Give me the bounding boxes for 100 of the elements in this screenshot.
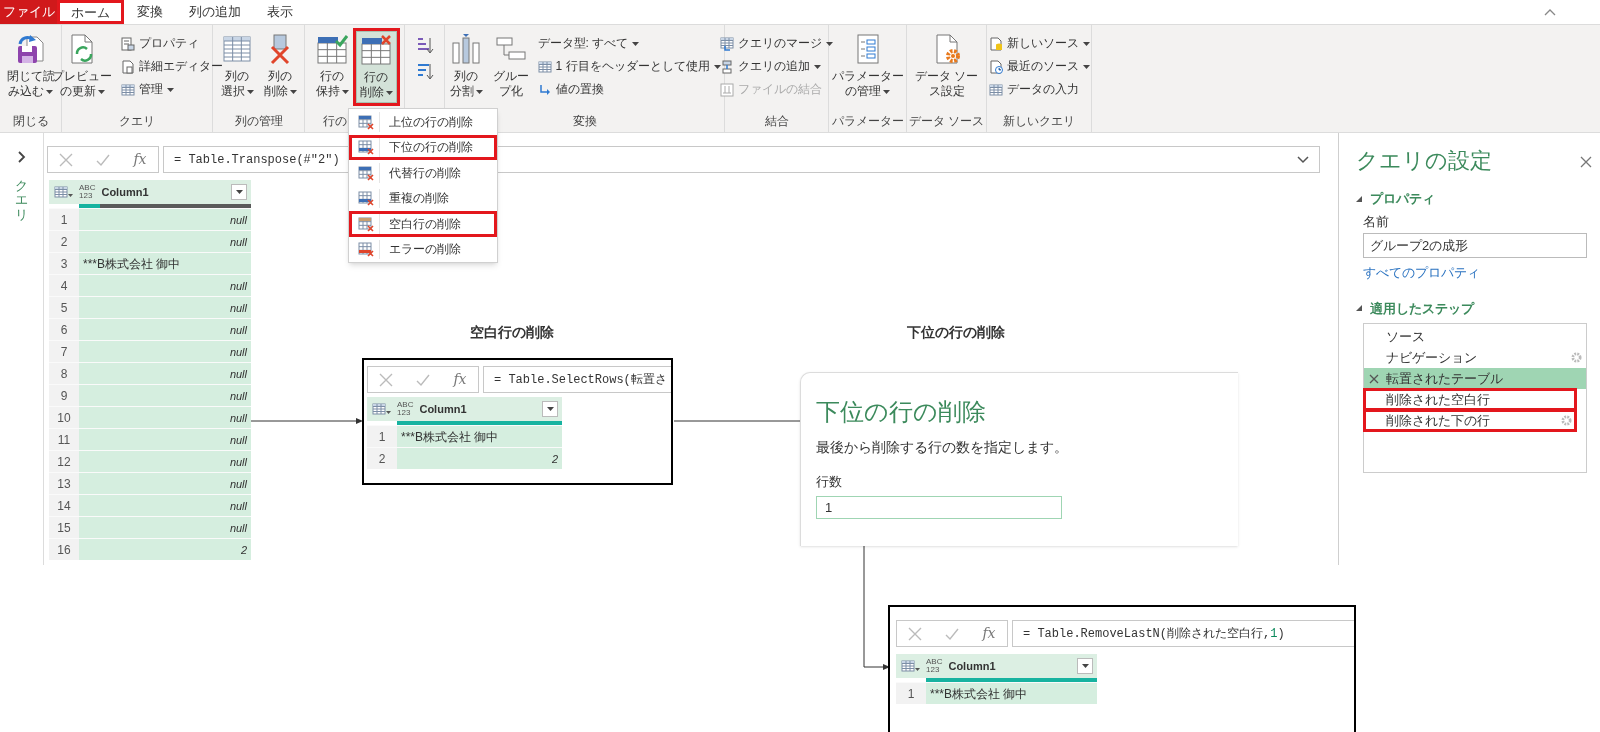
ribbon-button[interactable]: データ ソー ス設定: [911, 31, 982, 101]
table-menu-icon[interactable]: [372, 402, 392, 416]
sort-ascending-icon: [415, 36, 434, 54]
caret-icon: [246, 89, 254, 94]
table-cell: null: [79, 407, 251, 428]
table-cell: 2: [397, 448, 562, 469]
type-label[interactable]: ABC 123: [397, 401, 414, 417]
section-heading: プロパティ: [1370, 190, 1435, 208]
name-field[interactable]: グループ2の成形: [1363, 233, 1587, 258]
table-menu-icon[interactable]: [901, 659, 921, 673]
menu-item[interactable]: 下位の行の削除: [349, 134, 497, 160]
ribbon-button[interactable]: 値の置換: [535, 79, 606, 100]
split-column-icon: [450, 33, 482, 65]
group-label: 行の: [323, 114, 347, 128]
menu-item[interactable]: エラーの削除: [349, 236, 497, 262]
collapse-icon[interactable]: [1544, 8, 1556, 16]
function-button[interactable]: fx: [133, 149, 147, 170]
table-cell: null: [79, 385, 251, 406]
filter-dropdown[interactable]: [542, 401, 558, 417]
row-number: 1: [49, 209, 79, 230]
row-number: 2: [49, 231, 79, 252]
sort-descending-icon: [415, 62, 434, 80]
check-icon[interactable]: [945, 626, 960, 641]
document-icon: [121, 59, 135, 74]
caret-icon: [167, 87, 174, 92]
table-delete-icon: [357, 190, 374, 207]
applied-step[interactable]: 削除された下の行: [1364, 410, 1576, 431]
row-number: 1: [896, 683, 926, 704]
table-cell: ***B株式会社 御中: [397, 426, 562, 447]
column-header: Column1: [948, 658, 997, 674]
caret-icon: [97, 89, 105, 94]
table-cell: ***B株式会社 御中: [79, 253, 251, 274]
new-source-icon: [988, 36, 1003, 51]
expand-icon[interactable]: [17, 151, 26, 163]
function-button[interactable]: fx: [453, 369, 467, 390]
ribbon-button[interactable]: グルー プ化: [489, 31, 532, 101]
formula-field[interactable]: = Table.RemoveLastN(削除された空白行,1): [1012, 620, 1354, 647]
group-label: クエリ: [119, 114, 155, 128]
table-cell: null: [79, 517, 251, 538]
ribbon-button[interactable]: 新しいソース: [986, 33, 1092, 54]
menu-item[interactable]: 空白行の削除: [349, 211, 497, 237]
caret-icon: [713, 64, 721, 69]
type-label[interactable]: ABC 123: [79, 184, 96, 200]
recent-sources-icon: [988, 59, 1003, 74]
menu-item[interactable]: 上位の行の削除: [349, 109, 497, 135]
caret-icon: [235, 190, 243, 194]
properties-link[interactable]: すべてのプロパティ: [1363, 263, 1593, 283]
table-cell: null: [79, 275, 251, 296]
row-number: 10: [49, 407, 79, 428]
ribbon-button[interactable]: データの入力: [986, 79, 1081, 100]
row-number: 4: [49, 275, 79, 296]
group-label: 変換: [572, 114, 597, 128]
row-number: 14: [49, 495, 79, 516]
properties-icon: [121, 36, 135, 51]
chevron-down-icon[interactable]: [1297, 155, 1309, 164]
ribbon-button[interactable]: 詳細エディター: [119, 56, 225, 77]
ribbon-button[interactable]: 行の 保持: [312, 31, 352, 101]
row-number: 15: [49, 517, 79, 538]
table-delete-icon: [357, 241, 374, 258]
table-cell: null: [79, 209, 251, 230]
dialog-description: 最後から削除する行の数を指定します。: [816, 438, 1069, 457]
ribbon-button[interactable]: 行の 削除: [355, 31, 397, 103]
table-cell: null: [79, 231, 251, 252]
row-number: 16: [49, 539, 79, 560]
row-number: 8: [49, 363, 79, 384]
table-icon: [221, 33, 253, 65]
check-icon[interactable]: [96, 152, 111, 167]
filter-dropdown[interactable]: [231, 184, 247, 200]
table-icon: [121, 82, 135, 97]
applied-step[interactable]: 転置されたテーブル: [1364, 368, 1586, 389]
check-icon[interactable]: [416, 372, 431, 387]
row-count-field[interactable]: 1: [816, 495, 1062, 519]
ribbon-button[interactable]: 最近のソース: [986, 56, 1092, 77]
table-menu-icon[interactable]: [54, 185, 74, 199]
queries-pane-label[interactable]: クエリ: [15, 179, 28, 222]
ribbon-button[interactable]: 列の 削除: [260, 31, 300, 101]
callout-title: 下位の行の削除: [907, 323, 1005, 342]
caret-icon: [341, 89, 349, 94]
column-header: Column1: [419, 401, 468, 417]
caret-icon: [46, 89, 53, 94]
file-tab[interactable]: ファイル: [0, 0, 57, 24]
collapse-triangle-icon[interactable]: [1356, 305, 1362, 312]
column-header: Column1: [101, 184, 150, 200]
caret-icon: [883, 89, 890, 94]
ribbon-button[interactable]: プロパティ: [119, 33, 201, 54]
menu-item[interactable]: 重複の削除: [349, 185, 497, 211]
formula-field[interactable]: = Table.SelectRows(転置さ: [483, 366, 671, 393]
ribbon-tab[interactable]: ホーム: [57, 0, 124, 24]
table-cell: null: [79, 341, 251, 362]
ribbon-button[interactable]: データ型: すべて: [535, 33, 642, 54]
type-label[interactable]: ABC 123: [926, 658, 943, 674]
close-icon[interactable]: [1580, 156, 1592, 168]
function-button[interactable]: fx: [982, 623, 996, 644]
collapse-triangle-icon[interactable]: [1356, 195, 1362, 202]
delete-icon[interactable]: [1369, 374, 1379, 384]
applied-step[interactable]: 削除された空白行: [1364, 389, 1576, 410]
filter-dropdown[interactable]: [1077, 658, 1093, 674]
ribbon-button[interactable]: 列の 分割: [446, 31, 486, 101]
ribbon-button[interactable]: 管理: [119, 79, 176, 100]
caret-icon: [289, 89, 297, 94]
